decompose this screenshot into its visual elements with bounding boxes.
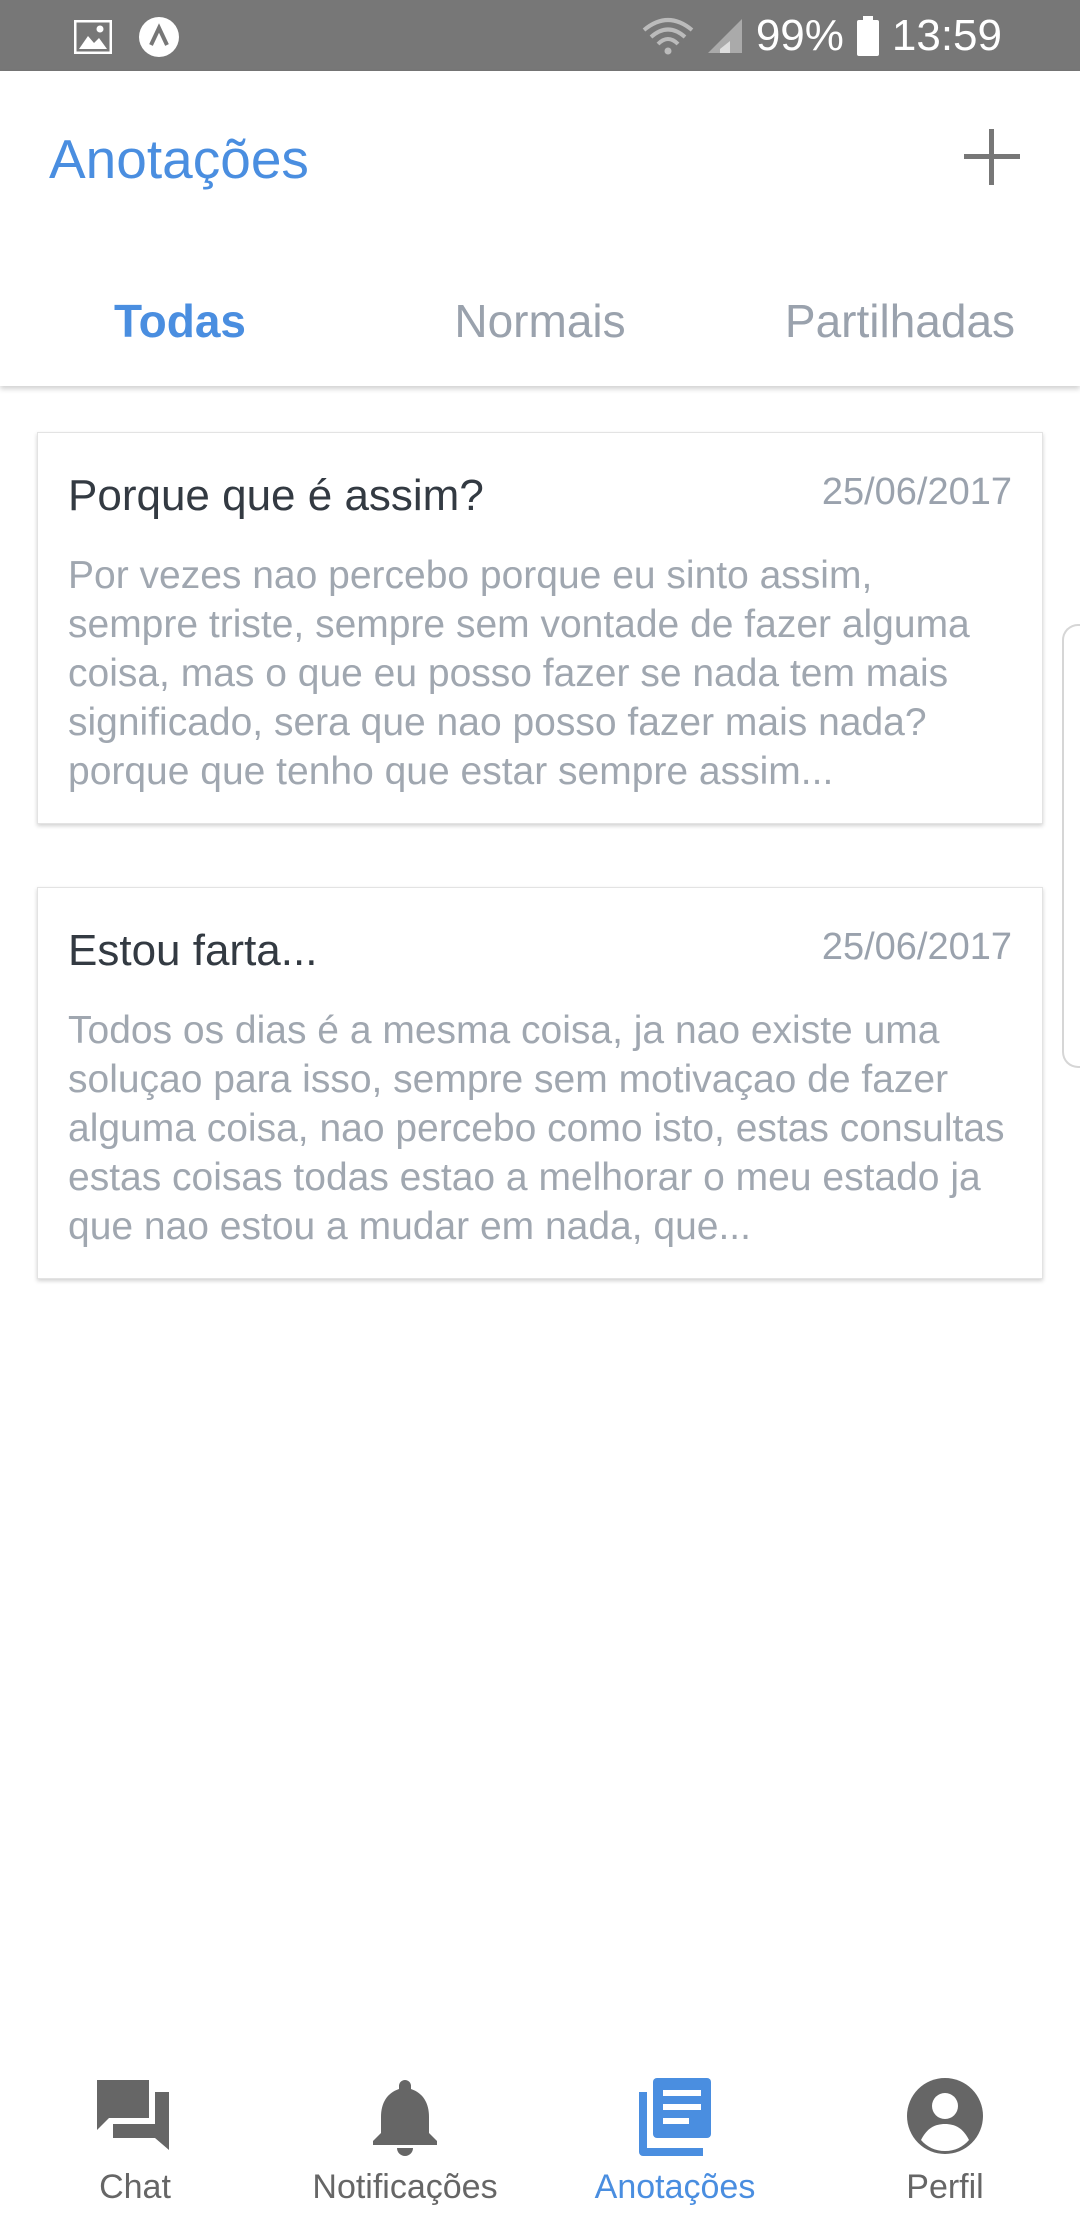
note-title: Porque que é assim? [68,471,484,520]
battery-percentage: 99% [755,11,844,60]
tab-bar: Todas Normais Partilhadas [0,261,1080,381]
edge-panel-handle[interactable] [1062,624,1080,1068]
status-bar: 99% 13:59 [0,0,1080,71]
app-bar: Anotações Todas Normais Partilhadas [0,71,1080,386]
note-card[interactable]: Porque que é assim? 25/06/2017 Por vezes… [37,432,1043,824]
wifi-icon [642,16,694,56]
note-title: Estou farta... [68,926,318,975]
nav-notes[interactable]: Anotações [540,2046,810,2220]
nav-chat[interactable]: Chat [0,2046,270,2220]
note-preview: Por vezes nao percebo porque eu sinto as… [68,554,970,793]
nav-profile[interactable]: Perfil [810,2046,1080,2220]
profile-icon [907,2078,983,2154]
signal-icon [706,17,744,55]
add-note-button[interactable] [956,121,1028,193]
nav-notifications[interactable]: Notificações [270,2046,540,2220]
plus-icon [964,129,1020,185]
tab-normais[interactable]: Normais [360,261,720,381]
notes-icon [639,2078,711,2156]
nav-profile-label: Perfil [906,2168,984,2206]
note-date: 25/06/2017 [821,471,1012,513]
app-notification-icon [138,16,180,58]
note-card[interactable]: Estou farta... 25/06/2017 Todos os dias … [37,887,1043,1279]
status-clock: 13:59 [891,11,1002,60]
note-preview: Todos os dias é a mesma coisa, ja nao ex… [68,1009,1005,1248]
notes-list: Porque que é assim? 25/06/2017 Por vezes… [0,386,1080,2046]
bottom-navigation: Chat Notificações Anotações Perfil [0,2046,1080,2220]
nav-notifications-label: Notificações [312,2168,498,2206]
tab-todas[interactable]: Todas [0,261,360,381]
page-title: Anotações [49,128,309,190]
battery-icon [856,16,880,56]
gallery-notification-icon [74,20,112,54]
tab-partilhadas[interactable]: Partilhadas [720,261,1080,381]
nav-chat-label: Chat [99,2168,171,2206]
nav-notes-label: Anotações [594,2168,756,2206]
bell-icon [373,2080,437,2156]
note-date: 25/06/2017 [821,926,1012,968]
chat-icon [97,2080,169,2150]
